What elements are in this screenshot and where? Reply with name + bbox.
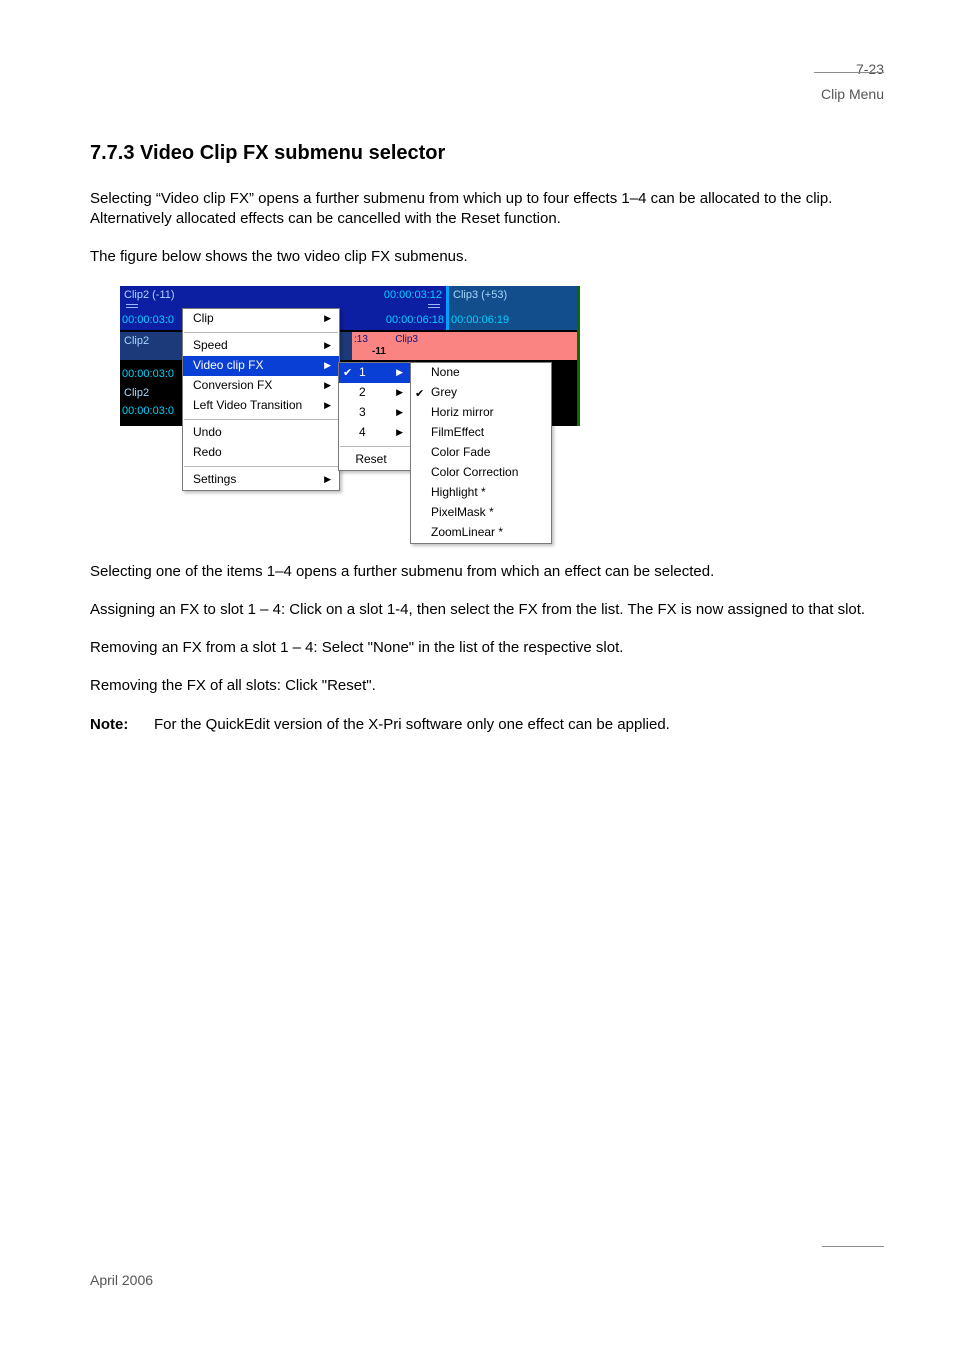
paragraph: Assigning an FX to slot 1 – 4: Click on … (90, 600, 884, 620)
submenu-fx-list: None ✔ Grey Horiz mirror FilmEffect Color… (410, 362, 552, 544)
submenu-arrow-icon: ▶ (324, 359, 331, 371)
timeline-clip[interactable] (422, 332, 577, 360)
menu-item-fx-horiz-mirror[interactable]: Horiz mirror (411, 403, 551, 423)
clip-grip-icon (428, 304, 440, 310)
menu-item-label: Reset (355, 451, 386, 467)
menu-item-clip[interactable]: Clip ▶ (183, 309, 339, 329)
menu-item-slot-3[interactable]: 3▶ (339, 403, 411, 423)
menu-item-fx-color-correction[interactable]: Color Correction (411, 463, 551, 483)
menu-item-undo[interactable]: Undo (183, 423, 339, 443)
check-icon: ✔ (343, 366, 352, 381)
menu-item-label: Conversion FX (193, 377, 272, 393)
menu-item-label: Color Correction (431, 464, 518, 480)
menu-item-reset[interactable]: Reset (339, 450, 411, 470)
menu-item-label: Undo (193, 424, 222, 440)
menu-item-label: Settings (193, 471, 236, 487)
menu-separator (184, 332, 338, 333)
submenu-arrow-icon: ▶ (396, 366, 403, 378)
menu-item-label: 4 (359, 424, 366, 440)
menu-item-slot-2[interactable]: 2▶ (339, 383, 411, 403)
menu-item-label: Color Fade (431, 444, 490, 460)
menu-item-label: 3 (359, 404, 366, 420)
menu-item-fx-zoomlinear[interactable]: ZoomLinear * (411, 523, 551, 543)
menu-item-label: PixelMask * (431, 504, 494, 520)
menu-item-redo[interactable]: Redo (183, 443, 339, 463)
menu-item-label: FilmEffect (431, 424, 484, 440)
clip-label: Clip2 (124, 334, 149, 349)
page-number: 7-23 (90, 60, 884, 79)
menu-item-label: Grey (431, 384, 457, 400)
note-body: For the QuickEdit version of the X-Pri s… (154, 715, 884, 735)
menu-item-fx-color-fade[interactable]: Color Fade (411, 443, 551, 463)
menu-item-slot-1[interactable]: ✔ 1 ▶ (339, 363, 411, 383)
paragraph: The figure below shows the two video cli… (90, 247, 884, 267)
menu-item-label: Highlight * (431, 484, 486, 500)
menu-separator (340, 446, 410, 447)
menu-item-label: Clip (193, 310, 214, 326)
menu-item-fx-filmeffect[interactable]: FilmEffect (411, 423, 551, 443)
submenu-arrow-icon: ▶ (396, 426, 403, 438)
menu-separator (184, 466, 338, 467)
menu-item-label: Speed (193, 337, 228, 353)
submenu-arrow-icon: ▶ (324, 399, 331, 411)
menu-item-left-video-transition[interactable]: Left Video Transition ▶ (183, 396, 339, 416)
footer-rule (822, 1246, 884, 1247)
clip-label: Clip2 (124, 386, 149, 401)
submenu-arrow-icon: ▶ (396, 406, 403, 418)
check-icon: ✔ (415, 387, 424, 402)
menu-item-label: ZoomLinear * (431, 524, 503, 540)
submenu-arrow-icon: ▶ (324, 473, 331, 485)
clip-label: Clip3 (+53) (453, 288, 507, 303)
clip-label: Clip2 (-11) (124, 288, 175, 303)
menu-item-fx-highlight[interactable]: Highlight * (411, 483, 551, 503)
menu-item-speed[interactable]: Speed ▶ (183, 336, 339, 356)
note: Note: For the QuickEdit version of the X… (90, 715, 884, 735)
context-menu: Clip ▶ Speed ▶ Video clip FX ▶ Conversion F… (182, 308, 340, 491)
menu-item-conversion-fx[interactable]: Conversion FX ▶ (183, 376, 339, 396)
menu-item-label: 1 (359, 364, 366, 380)
overlap-label: :13 (354, 333, 368, 347)
menu-item-label: Horiz mirror (431, 404, 494, 420)
menu-item-settings[interactable]: Settings ▶ (183, 470, 339, 490)
page-header-title: Clip Menu (90, 85, 884, 104)
submenu-arrow-icon: ▶ (396, 386, 403, 398)
submenu-fx-slots: ✔1▶ 2▶ 3▶ 4▶ Reset (338, 362, 412, 471)
clip-timecode: 00:00:06:19 (451, 313, 509, 328)
menu-item-label: None (431, 364, 460, 380)
clip-timecode: 00:00:06:18 (386, 313, 444, 328)
paragraph: Selecting one of the items 1–4 opens a f… (90, 562, 884, 582)
submenu-arrow-icon: ▶ (324, 379, 331, 391)
menu-item-video-clip-fx[interactable]: Video clip FX ▶ (183, 356, 339, 376)
timeline-clip-clip3[interactable]: Clip3 (+53) 00:00:06:19 (449, 286, 577, 330)
clip-timecode: 00:00:03:0 (122, 404, 174, 419)
figure: Clip2 (-11) 00:00:03:0 00:00:03:12 00:00… (120, 286, 580, 538)
section-heading: 7.7.3 Video Clip FX submenu selector (90, 140, 884, 167)
clip-timecode: 00:00:03:0 (122, 313, 174, 328)
paragraph: Selecting “Video clip FX” opens a furthe… (90, 189, 884, 230)
menu-item-fx-pixelmask[interactable]: PixelMask * (411, 503, 551, 523)
clip-timecode: 00:00:03:12 (384, 288, 442, 303)
menu-item-label: Video clip FX (193, 357, 263, 373)
overlap-value: -11 (372, 345, 386, 359)
submenu-arrow-icon: ▶ (324, 312, 331, 324)
menu-item-label: Left Video Transition (193, 397, 302, 413)
submenu-arrow-icon: ▶ (324, 339, 331, 351)
overlap-label: Clip3 (395, 333, 418, 347)
menu-item-slot-4[interactable]: 4▶ (339, 423, 411, 443)
menu-item-label: 2 (359, 384, 366, 400)
timeline-overlap[interactable]: :13 Clip3 -11 (352, 332, 422, 360)
clip-timecode: 00:00:03:0 (122, 367, 174, 382)
note-label: Note: (90, 715, 154, 735)
menu-separator (184, 419, 338, 420)
header-rule (814, 72, 884, 73)
menu-item-fx-none[interactable]: None (411, 363, 551, 383)
menu-item-fx-grey[interactable]: ✔ Grey (411, 383, 551, 403)
menu-item-label: Redo (193, 444, 222, 460)
paragraph: Removing the FX of all slots: Click "Res… (90, 676, 884, 696)
clip-grip-icon (126, 304, 138, 310)
paragraph: Removing an FX from a slot 1 – 4: Select… (90, 638, 884, 658)
page-footer: April 2006 (90, 1271, 153, 1290)
